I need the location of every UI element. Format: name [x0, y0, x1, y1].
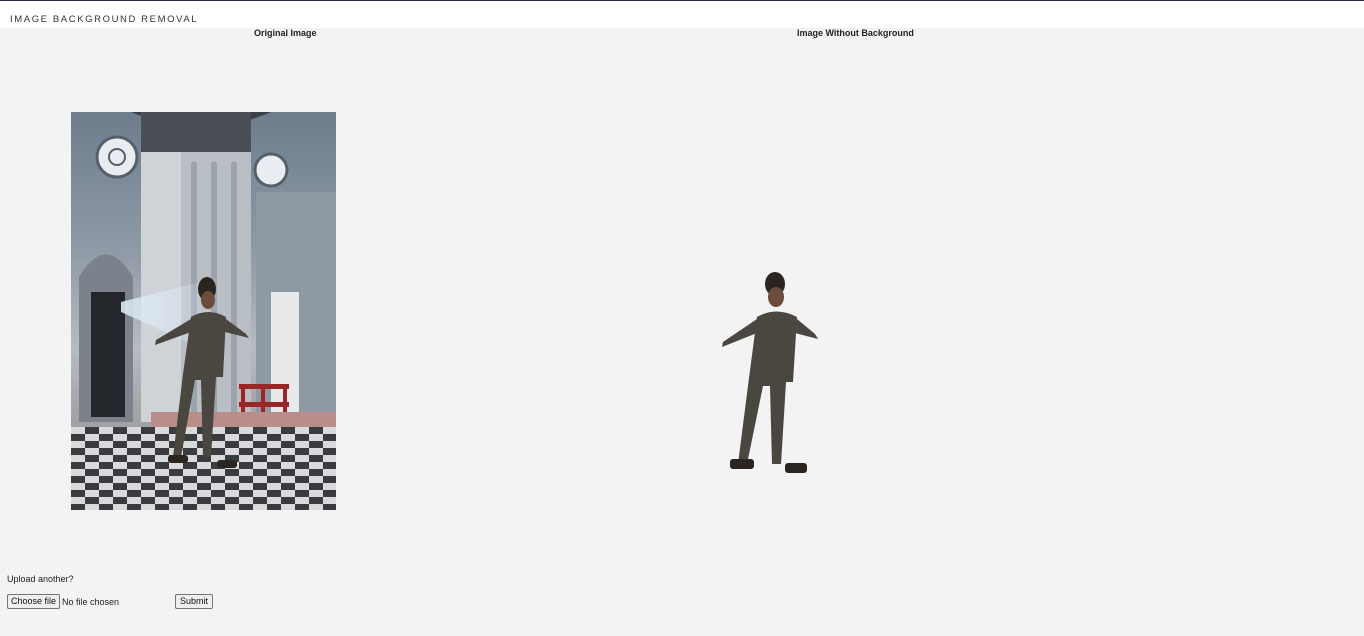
header-bar: IMAGE BACKGROUND REMOVAL [0, 0, 1364, 28]
submit-button[interactable]: Submit [175, 594, 214, 609]
background-removed-image [715, 272, 825, 482]
file-status-text: No file chosen [62, 597, 120, 607]
result-image-label: Image Without Background [797, 28, 914, 38]
choose-file-button[interactable]: Choose file [7, 594, 61, 609]
original-image [71, 112, 336, 510]
upload-prompt: Upload another? [7, 574, 74, 584]
app-title: IMAGE BACKGROUND REMOVAL [10, 14, 199, 25]
original-image-label: Original Image [254, 28, 317, 38]
